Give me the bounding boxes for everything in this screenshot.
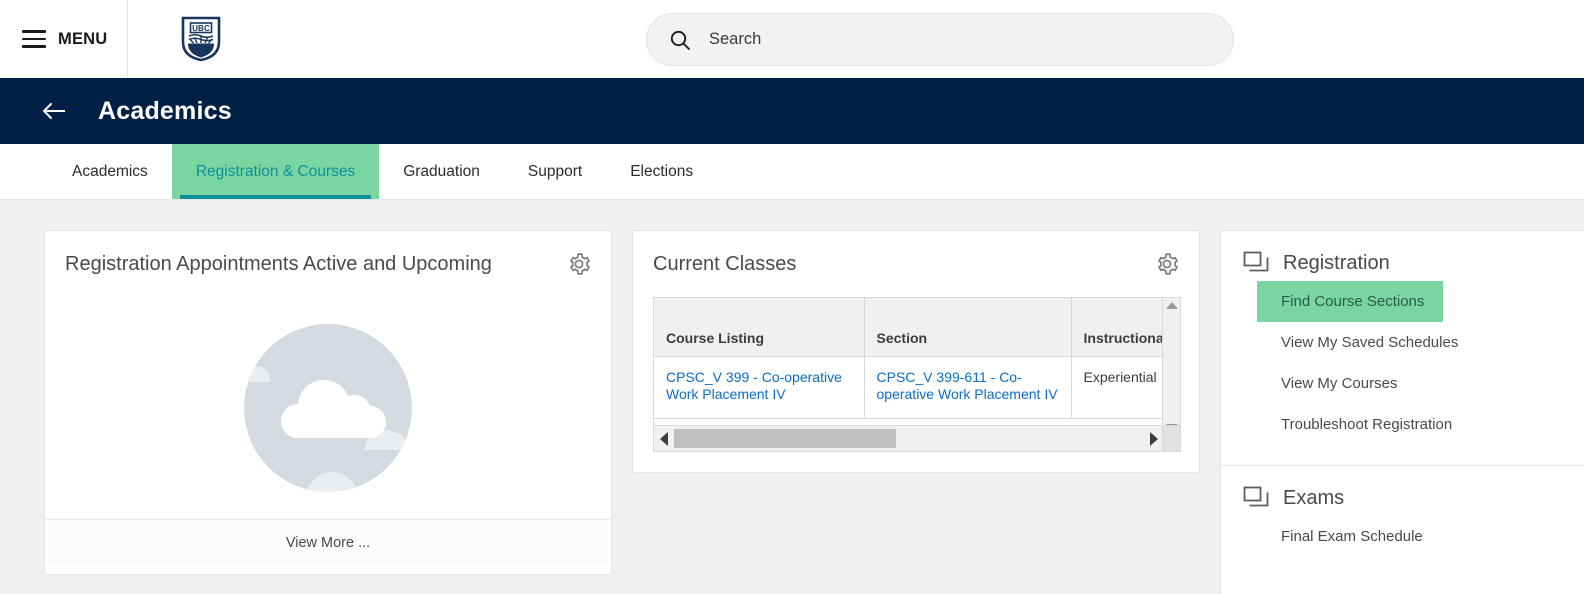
arrow-left-icon: [43, 103, 65, 119]
ubc-logo[interactable]: UBC: [128, 0, 274, 78]
link-view-my-saved-schedules[interactable]: View My Saved Schedules: [1221, 322, 1584, 363]
table-vertical-scrollbar[interactable]: [1162, 298, 1180, 435]
horizontal-scroll-thumb[interactable]: [674, 429, 896, 448]
course-listing-link[interactable]: CPSC_V 399 - Co-operative Work Placement…: [666, 369, 854, 403]
link-troubleshoot-registration[interactable]: Troubleshoot Registration: [1221, 404, 1584, 445]
view-more-button[interactable]: View More ...: [45, 519, 611, 566]
panel-section-exams: Exams Final Exam Schedule: [1221, 466, 1584, 563]
panel-section-header: Exams: [1221, 466, 1584, 516]
card-registration-appointments: Registration Appointments Active and Upc…: [44, 230, 612, 575]
panel-section-title: Exams: [1283, 486, 1345, 509]
link-find-course-sections[interactable]: Find Course Sections: [1257, 281, 1443, 322]
gear-icon[interactable]: [1155, 252, 1179, 276]
tab-academics[interactable]: Academics: [48, 144, 172, 199]
search-input[interactable]: [709, 30, 1189, 49]
card-title: Registration Appointments Active and Upc…: [65, 252, 492, 275]
right-side-panel: Registration Find Course Sections View M…: [1220, 230, 1584, 594]
triangle-up-icon[interactable]: [1165, 302, 1178, 309]
search-box[interactable]: [646, 13, 1234, 66]
search-icon: [670, 30, 690, 50]
table-header-row: Course Listing Section Instructional: [654, 298, 1180, 357]
card-header: Registration Appointments Active and Upc…: [45, 231, 611, 297]
table-horizontal-scrollbar[interactable]: [654, 425, 1164, 451]
search-container: [646, 13, 1234, 66]
windows-stack-icon: [1243, 486, 1269, 507]
tab-registration-courses[interactable]: Registration & Courses: [171, 144, 380, 199]
scrollbar-corner: [1162, 425, 1180, 451]
link-view-my-courses[interactable]: View My Courses: [1221, 363, 1584, 404]
table-row: CPSC_V 399 - Co-operative Work Placement…: [654, 356, 1180, 419]
card-header: Current Classes: [633, 231, 1199, 297]
triangle-left-icon[interactable]: [660, 431, 668, 446]
page-header: Academics: [0, 78, 1584, 144]
tab-bar: Academics Registration & Courses Graduat…: [0, 144, 1584, 200]
hamburger-icon: [22, 30, 46, 48]
cloud-circle-illustration: [244, 324, 412, 492]
svg-text:UBC: UBC: [192, 24, 210, 33]
menu-button[interactable]: MENU: [0, 0, 128, 78]
empty-state: [45, 297, 611, 519]
link-final-exam-schedule[interactable]: Final Exam Schedule: [1221, 516, 1584, 557]
section-link[interactable]: CPSC_V 399-611 - Co-operative Work Place…: [877, 369, 1061, 403]
cell-section: CPSC_V 399-611 - Co-operative Work Place…: [864, 356, 1072, 419]
content-area: Registration Appointments Active and Upc…: [0, 200, 1584, 594]
panel-section-title: Registration: [1283, 251, 1390, 274]
gear-icon[interactable]: [567, 252, 591, 276]
panel-section-header: Registration: [1221, 231, 1584, 281]
top-bar: MENU UBC: [0, 0, 1584, 78]
column-header-course-listing[interactable]: Course Listing: [654, 298, 865, 357]
back-button[interactable]: [40, 97, 68, 125]
tab-elections[interactable]: Elections: [606, 144, 717, 199]
triangle-right-icon[interactable]: [1150, 431, 1158, 446]
card-title: Current Classes: [653, 252, 797, 275]
current-classes-table: Course Listing Section Instructional CPS…: [654, 298, 1180, 419]
tab-support[interactable]: Support: [504, 144, 606, 199]
ubc-crest-icon: UBC: [181, 16, 221, 62]
page-title: Academics: [98, 96, 232, 125]
cell-course-listing: CPSC_V 399 - Co-operative Work Placement…: [654, 356, 865, 419]
column-header-section[interactable]: Section: [864, 298, 1072, 357]
windows-stack-icon: [1243, 251, 1269, 272]
current-classes-table-container: Course Listing Section Instructional CPS…: [653, 297, 1181, 452]
tab-graduation[interactable]: Graduation: [379, 144, 504, 199]
panel-section-registration: Registration Find Course Sections View M…: [1221, 231, 1584, 451]
card-current-classes: Current Classes Course Listing Section I…: [632, 230, 1200, 473]
menu-button-label: MENU: [58, 29, 108, 48]
